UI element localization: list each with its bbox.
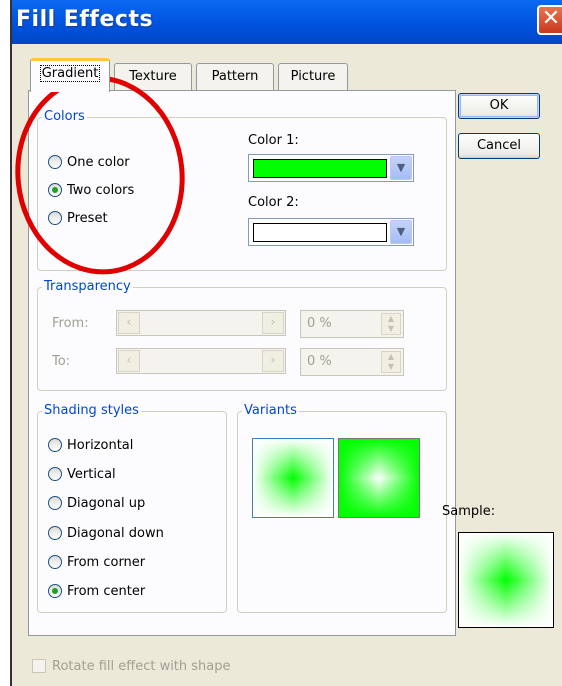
checkbox-box <box>32 659 46 673</box>
color2-label: Color 2: <box>248 195 299 210</box>
radio-from-corner[interactable]: From corner <box>48 552 145 572</box>
color1-swatch <box>253 159 387 178</box>
colors-legend: Colors <box>42 109 87 124</box>
fill-effects-dialog: Fill Effects ✕ Gradient Texture Pattern … <box>12 0 562 686</box>
transparency-group: Transparency From: ‹ › 0 % ▲ ▼ To: ‹ › 0 … <box>37 279 447 391</box>
radio-horizontal[interactable]: Horizontal <box>48 435 133 455</box>
tab-pattern[interactable]: Pattern <box>196 63 274 91</box>
transparency-from-spinner[interactable]: 0 % ▲ ▼ <box>300 310 404 338</box>
slider-left-arrow-icon[interactable]: ‹ <box>118 350 140 372</box>
radio-circle-vertical <box>48 467 62 481</box>
window-title: Fill Effects <box>16 7 154 32</box>
color2-dropdown[interactable]: ▼ <box>248 218 414 246</box>
radio-preset-label: Preset <box>67 210 108 226</box>
title-bar[interactable]: Fill Effects ✕ <box>12 0 562 44</box>
radio-circle-two-colors <box>48 183 62 197</box>
transparency-to-spinner[interactable]: 0 % ▲ ▼ <box>300 348 404 376</box>
radio-diagonal-up[interactable]: Diagonal up <box>48 493 145 513</box>
sample-preview <box>458 532 554 628</box>
radio-two-colors[interactable]: Two colors <box>48 180 134 200</box>
transparency-to-value: 0 % <box>307 354 332 369</box>
radio-circle-diagonal-up <box>48 496 62 510</box>
rotate-fill-checkbox-label: Rotate fill effect with shape <box>52 658 231 674</box>
radio-circle-diagonal-down <box>48 526 62 540</box>
radio-diagonal-up-label: Diagonal up <box>67 495 146 511</box>
ok-button[interactable]: OK <box>458 93 540 119</box>
color1-label: Color 1: <box>248 133 299 148</box>
chevron-down-icon[interactable]: ▼ <box>390 156 412 180</box>
radio-from-center-label: From center <box>67 583 146 599</box>
tab-picture-label: Picture <box>290 69 336 84</box>
transparency-legend: Transparency <box>42 279 133 294</box>
radio-circle-from-center <box>48 584 62 598</box>
variant-from-center-2[interactable] <box>338 438 420 518</box>
radio-circle-horizontal <box>48 438 62 452</box>
transparency-to-label: To: <box>52 354 71 369</box>
transparency-from-label: From: <box>52 316 89 331</box>
slider-right-arrow-icon[interactable]: › <box>262 350 284 372</box>
tab-gradient-label: Gradient <box>39 65 101 82</box>
variants-group: Variants <box>237 403 447 613</box>
radio-one-color-label: One color <box>67 154 130 170</box>
tab-pattern-label: Pattern <box>211 69 259 84</box>
transparency-from-slider[interactable]: ‹ › <box>116 310 286 336</box>
radio-horizontal-label: Horizontal <box>67 437 134 453</box>
radio-circle-preset <box>48 211 62 225</box>
color1-dropdown[interactable]: ▼ <box>248 154 414 182</box>
tab-gradient[interactable]: Gradient <box>30 58 110 92</box>
transparency-from-value: 0 % <box>307 316 332 331</box>
variant-from-center-1[interactable] <box>252 438 334 518</box>
tab-texture[interactable]: Texture <box>114 63 192 91</box>
cancel-button[interactable]: Cancel <box>458 133 540 159</box>
chevron-down-icon[interactable]: ▼ <box>390 220 412 244</box>
radio-diagonal-down-label: Diagonal down <box>67 525 164 541</box>
shading-styles-legend: Shading styles <box>42 403 141 418</box>
radio-diagonal-down[interactable]: Diagonal down <box>48 523 164 543</box>
radio-vertical[interactable]: Vertical <box>48 464 116 484</box>
slider-left-arrow-icon[interactable]: ‹ <box>118 312 140 334</box>
radio-two-colors-label: Two colors <box>67 182 135 198</box>
colors-group: Colors One color Two colors Preset Color… <box>37 109 447 271</box>
close-icon: ✕ <box>541 6 561 31</box>
radio-circle-from-corner <box>48 555 62 569</box>
spinner-arrows-icon[interactable]: ▲ ▼ <box>381 313 401 335</box>
radio-vertical-label: Vertical <box>67 466 116 482</box>
close-button[interactable]: ✕ <box>537 5 562 35</box>
slider-right-arrow-icon[interactable]: › <box>262 312 284 334</box>
color2-swatch <box>253 223 387 242</box>
tab-picture[interactable]: Picture <box>278 63 348 91</box>
radio-from-center[interactable]: From center <box>48 581 145 601</box>
radio-circle-one-color <box>48 155 62 169</box>
rotate-fill-checkbox[interactable]: Rotate fill effect with shape <box>32 656 231 676</box>
radio-one-color[interactable]: One color <box>48 152 130 172</box>
shading-styles-group: Shading styles Horizontal Vertical Diago… <box>37 403 227 613</box>
radio-preset[interactable]: Preset <box>48 208 108 228</box>
sample-label: Sample: <box>442 504 496 519</box>
transparency-to-slider[interactable]: ‹ › <box>116 348 286 374</box>
radio-from-corner-label: From corner <box>67 554 146 570</box>
gradient-tab-panel: Colors One color Two colors Preset Color… <box>28 90 456 636</box>
variants-legend: Variants <box>242 403 299 418</box>
spinner-arrows-icon[interactable]: ▲ ▼ <box>381 351 401 373</box>
tab-texture-label: Texture <box>129 69 177 84</box>
